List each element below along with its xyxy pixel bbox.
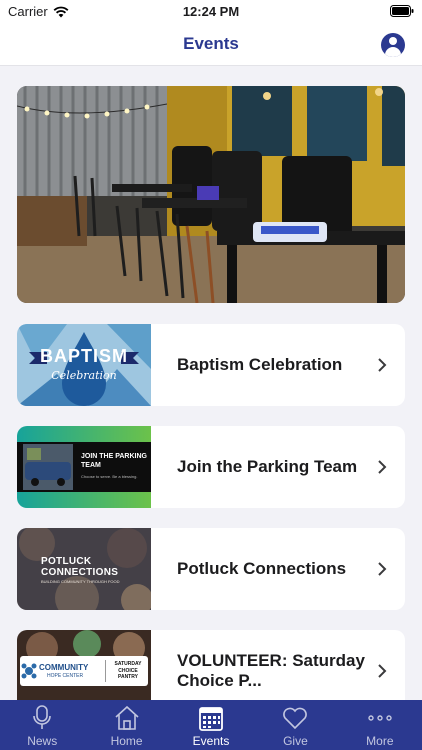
profile-icon[interactable] [381, 33, 405, 57]
page-title: Events [183, 34, 239, 53]
potluck-thumb-sub: BUILDING COMMUNITY THROUGH FOOD [41, 579, 120, 584]
tab-bar: News Home Events Give More [0, 700, 422, 750]
status-bar: Carrier 12:24 PM [0, 0, 422, 22]
microphone-icon [33, 705, 52, 729]
chevron-right-icon [378, 664, 387, 678]
parking-thumb-sub: Choose to serve. Be a blessing. [81, 474, 138, 479]
featured-event-banner[interactable] [17, 86, 405, 303]
event-card-potluck[interactable]: POTLUCK CONNECTIONS BUILDING COMMUNITY T… [17, 528, 405, 610]
event-thumbnail: JOIN THE PARKING TEAM Choose to serve. B… [17, 426, 151, 508]
chevron-right-icon [378, 562, 387, 576]
tab-home[interactable]: Home [84, 700, 168, 750]
volunteer-thumb-text: COMMUNITY [39, 663, 89, 672]
event-card-baptism[interactable]: BAPTISM Celebration Baptism Celebration [17, 324, 405, 406]
event-thumbnail: POTLUCK CONNECTIONS BUILDING COMMUNITY T… [17, 528, 151, 610]
parking-thumb-text: JOIN THE PARKING TEAM [81, 453, 147, 469]
navigation-bar: Events [0, 22, 422, 66]
potluck-thumb-text: POTLUCK CONNECTIONS [41, 556, 119, 578]
event-card-parking-team[interactable]: JOIN THE PARKING TEAM Choose to serve. B… [17, 426, 405, 508]
event-card-volunteer[interactable]: COMMUNITY HOPE CENTER SATURDAY CHOICE PA… [17, 630, 405, 700]
clock: 12:24 PM [182, 4, 240, 19]
event-thumbnail: BAPTISM Celebration [17, 324, 151, 406]
home-icon [115, 705, 139, 730]
tab-give[interactable]: Give [253, 700, 337, 750]
baptism-thumb-text: BAPTISM [40, 346, 128, 366]
volunteer-thumb-right: SATURDAY CHOICE PANTRY [114, 661, 142, 680]
heart-icon [283, 707, 308, 730]
tab-news[interactable]: News [0, 700, 84, 750]
chevron-right-icon [378, 358, 387, 372]
ellipsis-icon [368, 715, 392, 721]
tab-label: News [27, 734, 58, 748]
tab-more[interactable]: More [338, 700, 422, 750]
event-title: Baptism Celebration [177, 355, 343, 374]
tab-label: Events [192, 734, 230, 748]
event-title: VOLUNTEER: Saturday Choice P... [177, 651, 365, 690]
event-thumbnail: COMMUNITY HOPE CENTER SATURDAY CHOICE PA… [17, 630, 151, 700]
chevron-right-icon [378, 460, 387, 474]
cafe-seating-photo [17, 86, 405, 303]
volunteer-thumb-sub: HOPE CENTER [47, 673, 84, 679]
tab-label: Home [110, 734, 143, 748]
events-list: BAPTISM Celebration Baptism Celebration [0, 66, 422, 700]
calendar-icon [199, 707, 223, 731]
tab-events[interactable]: Events [169, 700, 253, 750]
tab-label: Give [283, 734, 308, 748]
tab-label: More [366, 734, 394, 748]
battery-icon [390, 5, 414, 20]
baptism-thumb-script: Celebration [51, 369, 117, 382]
event-title: Potluck Connections [177, 559, 347, 578]
event-title: Join the Parking Team [177, 457, 358, 476]
